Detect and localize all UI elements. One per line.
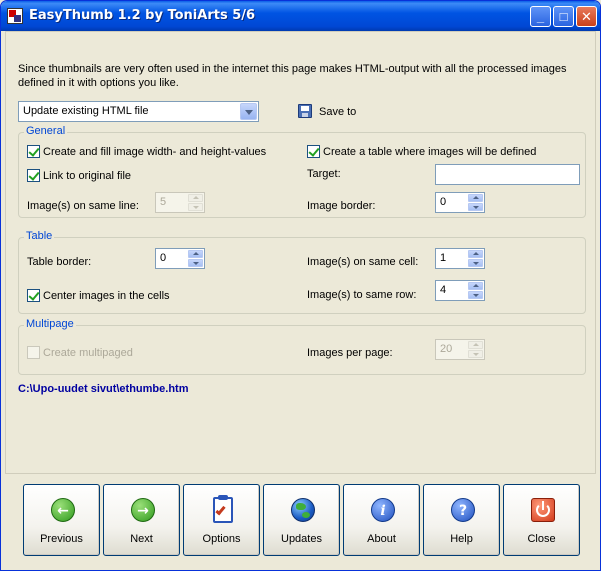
images-same-line-stepper[interactable]: 5	[155, 192, 205, 213]
spin-up-icon[interactable]	[468, 341, 483, 349]
arrow-left-icon: ←	[48, 495, 78, 525]
target-input[interactable]	[435, 164, 580, 185]
link-original-checkbox[interactable]	[27, 169, 40, 182]
spin-down-icon[interactable]	[468, 291, 483, 299]
image-border-label: Image border:	[307, 200, 376, 212]
general-group-title: General	[24, 125, 68, 137]
table-border-label: Table border:	[27, 256, 92, 268]
images-same-row-value: 4	[440, 284, 447, 296]
wizard-panel: Since thumbnails are very often used in …	[5, 31, 596, 474]
close-window-button[interactable]: ✕	[576, 6, 597, 27]
link-original-label[interactable]: Link to original file	[43, 170, 131, 182]
spin-down-icon[interactable]	[468, 350, 483, 358]
table-border-value: 0	[160, 252, 167, 264]
help-icon: ?	[448, 495, 478, 525]
multipage-group: Multipage Create multipaged Images per p…	[18, 318, 586, 375]
images-same-line-value: 5	[160, 196, 167, 208]
clipboard-check-icon	[208, 495, 238, 525]
arrow-right-icon: →	[128, 495, 158, 525]
close-icon: ✕	[581, 9, 592, 24]
image-border-value: 0	[440, 196, 447, 208]
center-images-checkbox[interactable]	[27, 289, 40, 302]
floppy-disk-icon[interactable]	[298, 104, 312, 118]
previous-label: Previous	[40, 533, 83, 545]
info-icon: i	[368, 495, 398, 525]
output-mode-value: Update existing HTML file	[23, 105, 149, 117]
images-same-cell-label: Image(s) on same cell:	[307, 256, 419, 268]
images-same-row-label: Image(s) to same row:	[307, 289, 417, 301]
save-to-label[interactable]: Save to	[319, 106, 356, 118]
fill-sizes-label[interactable]: Create and fill image width- and height-…	[43, 146, 266, 158]
image-border-stepper[interactable]: 0	[435, 192, 485, 213]
updates-button[interactable]: Updates	[263, 484, 340, 556]
maximize-button[interactable]: □	[553, 6, 574, 27]
minimize-button[interactable]: _	[530, 6, 551, 27]
next-label: Next	[130, 533, 153, 545]
create-multipaged-label[interactable]: Create multipaged	[43, 347, 133, 359]
output-mode-select[interactable]: Update existing HTML file	[18, 101, 259, 122]
target-label: Target:	[307, 168, 341, 180]
spin-up-icon[interactable]	[468, 282, 483, 290]
output-path: C:\Upo-uudet sivut\ethumbe.htm	[18, 383, 189, 395]
create-table-label[interactable]: Create a table where images will be defi…	[323, 146, 536, 158]
maximize-icon: □	[559, 9, 568, 24]
minimize-icon: _	[536, 9, 545, 24]
fill-sizes-checkbox[interactable]	[27, 145, 40, 158]
spin-down-icon[interactable]	[188, 203, 203, 211]
app-icon	[7, 8, 23, 24]
about-label: About	[367, 533, 396, 545]
images-per-page-value: 20	[440, 343, 453, 355]
images-same-line-label: Image(s) on same line:	[27, 200, 139, 212]
images-same-row-stepper[interactable]: 4	[435, 280, 485, 301]
images-per-page-label: Images per page:	[307, 347, 393, 359]
table-border-stepper[interactable]: 0	[155, 248, 205, 269]
spin-up-icon[interactable]	[188, 250, 203, 258]
multipage-group-title: Multipage	[24, 318, 76, 330]
main-window: EasyThumb 1.2 by ToniArts 5/6 _ □ ✕ Sinc…	[0, 0, 601, 571]
images-per-page-stepper[interactable]: 20	[435, 339, 485, 360]
spin-up-icon[interactable]	[468, 194, 483, 202]
help-label: Help	[450, 533, 473, 545]
chevron-down-icon[interactable]	[240, 103, 257, 120]
spin-up-icon[interactable]	[468, 250, 483, 258]
previous-button[interactable]: ← Previous	[23, 484, 100, 556]
spin-down-icon[interactable]	[468, 259, 483, 267]
globe-icon	[288, 495, 318, 525]
updates-label: Updates	[281, 533, 322, 545]
create-multipaged-checkbox[interactable]	[27, 346, 40, 359]
next-button[interactable]: → Next	[103, 484, 180, 556]
table-group-title: Table	[24, 230, 55, 242]
options-button[interactable]: Options	[183, 484, 260, 556]
close-label: Close	[527, 533, 556, 545]
title-bar[interactable]: EasyThumb 1.2 by ToniArts 5/6 _ □ ✕	[1, 1, 600, 31]
about-button[interactable]: i About	[343, 484, 420, 556]
images-same-cell-stepper[interactable]: 1	[435, 248, 485, 269]
intro-text: Since thumbnails are very often used in …	[18, 63, 567, 89]
spin-up-icon[interactable]	[188, 194, 203, 202]
help-button[interactable]: ? Help	[423, 484, 500, 556]
window-title: EasyThumb 1.2 by ToniArts 5/6	[29, 8, 256, 23]
options-label: Options	[202, 533, 241, 545]
close-button[interactable]: Close	[503, 484, 580, 556]
create-table-checkbox[interactable]	[307, 145, 320, 158]
general-group: General Create and fill image width- and…	[18, 125, 586, 218]
images-same-cell-value: 1	[440, 252, 447, 264]
table-group: Table Table border: 0 Image(s) on same c…	[18, 230, 586, 314]
power-icon	[528, 495, 558, 525]
spin-down-icon[interactable]	[188, 259, 203, 267]
center-images-label[interactable]: Center images in the cells	[43, 290, 170, 302]
spin-down-icon[interactable]	[468, 203, 483, 211]
